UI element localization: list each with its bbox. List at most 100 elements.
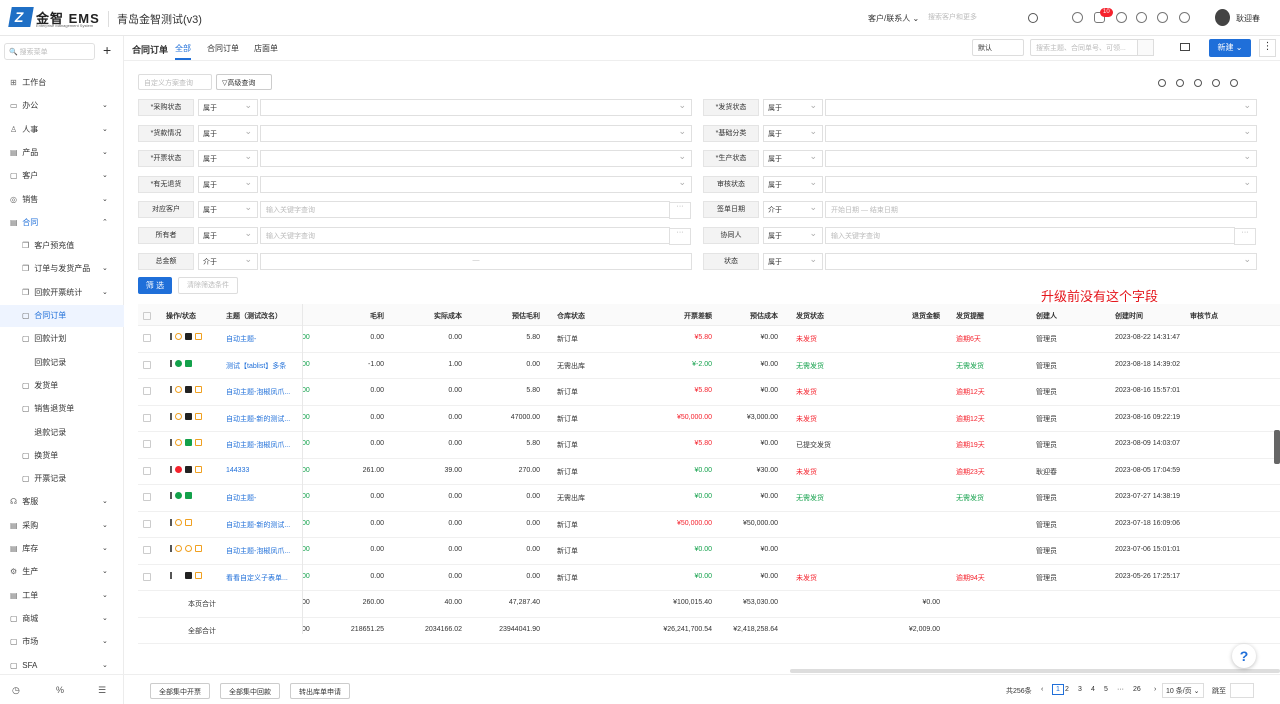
filter-value-left-5[interactable]: 输入关键字查询 bbox=[260, 227, 691, 245]
sidebar-item-14[interactable]: ▢ 销售退货单 bbox=[0, 398, 124, 420]
add-menu-button[interactable]: + bbox=[103, 42, 111, 58]
filter-value-right-6[interactable] bbox=[825, 252, 1257, 270]
more-button[interactable]: ⋮ bbox=[1259, 39, 1276, 57]
sidebar-item-6[interactable]: ▤ 合同 ⌃ bbox=[0, 212, 124, 234]
sidebar-item-20[interactable]: ▤ 库存 ⌄ bbox=[0, 538, 124, 560]
table-row[interactable]: 144333 00 261.00 39.00 270.00 新订单 ¥0.00 ¥30.00 未… bbox=[138, 459, 1280, 485]
col-ship-status[interactable]: 发货状态 bbox=[796, 311, 824, 321]
filter-value-left-3[interactable] bbox=[260, 175, 692, 193]
row-subject-link[interactable]: 自动主题- bbox=[226, 493, 256, 503]
row-subject-link[interactable]: 自动主题-新的测试... bbox=[226, 520, 290, 530]
monitor-icon[interactable] bbox=[1180, 43, 1190, 51]
status-icon[interactable] bbox=[185, 518, 192, 526]
row-subject-link[interactable]: 144333 bbox=[226, 467, 249, 474]
col-invoice-diff[interactable]: 开票差额 bbox=[648, 311, 712, 321]
status-icon[interactable] bbox=[175, 465, 182, 473]
row-checkbox[interactable] bbox=[143, 360, 151, 369]
sidebar-item-11[interactable]: ▢ 回款计划 bbox=[0, 328, 124, 350]
status-icon[interactable] bbox=[170, 465, 172, 473]
status-icon[interactable] bbox=[170, 545, 172, 552]
table-row[interactable]: 自动主题-新的测试... 00 0.00 0.00 0.00 新订单 ¥50,000.00 ¥… bbox=[138, 512, 1280, 538]
sidebar-item-24[interactable]: ▢ 市场 ⌄ bbox=[0, 631, 124, 653]
filter-op-right-1[interactable]: 属于 bbox=[763, 124, 823, 142]
search-icon[interactable] bbox=[1028, 13, 1038, 23]
filter-op-left-6[interactable]: 介于 bbox=[198, 252, 258, 270]
status-icon[interactable] bbox=[170, 359, 172, 367]
sidebar-item-3[interactable]: ▤ 产品 ⌄ bbox=[0, 142, 124, 164]
tab-contract-order[interactable]: 合同订单 bbox=[207, 43, 239, 54]
status-icon[interactable] bbox=[195, 465, 202, 473]
page-4[interactable]: 5 bbox=[1104, 686, 1108, 693]
order-search-input[interactable]: 搜索主题、合同单号、可领... bbox=[1030, 39, 1154, 56]
filter-value-left-6[interactable]: — bbox=[260, 252, 692, 270]
row-checkbox[interactable] bbox=[143, 334, 151, 342]
filter-op-right-4[interactable]: 介于 bbox=[763, 201, 823, 219]
sidebar-item-18[interactable]: ☊ 客服 ⌄ bbox=[0, 491, 124, 513]
side-drawer-handle[interactable] bbox=[1274, 430, 1280, 464]
sidebar-item-13[interactable]: ▢ 发货单 bbox=[0, 375, 124, 397]
avatar[interactable] bbox=[1215, 9, 1230, 26]
row-checkbox[interactable] bbox=[143, 440, 151, 448]
filter-op-right-3[interactable]: 属于 bbox=[763, 175, 823, 193]
filter-op-right-5[interactable]: 属于 bbox=[763, 227, 823, 244]
status-icon[interactable] bbox=[175, 545, 182, 552]
col-actual-cost[interactable]: 实际成本 bbox=[406, 311, 462, 321]
gear-icon[interactable] bbox=[1116, 12, 1127, 23]
col-est-cost[interactable]: 预估成本 bbox=[722, 311, 778, 321]
sidebar-item-12[interactable]: 回款记录 bbox=[0, 352, 124, 374]
view-select[interactable]: 默认 bbox=[972, 39, 1024, 56]
batch-payment-button[interactable]: 全部集中回款 bbox=[220, 683, 280, 699]
filter-op-left-4[interactable]: 属于 bbox=[198, 201, 258, 219]
filter-op-left-5[interactable]: 属于 bbox=[198, 227, 258, 244]
col-return-amount[interactable]: 退货金额 bbox=[882, 311, 940, 321]
prev-page-button[interactable]: ‹ bbox=[1041, 686, 1043, 693]
row-checkbox[interactable] bbox=[143, 493, 151, 501]
status-icon[interactable] bbox=[195, 571, 202, 579]
next-page-button[interactable]: › bbox=[1154, 686, 1156, 693]
table-row[interactable]: 自动主题-泡椒凤爪... 00 0.00 0.00 0.00 新订单 ¥0.00 ¥0.00 管… bbox=[138, 538, 1280, 565]
col-subject[interactable]: 主题（测试改名） bbox=[226, 311, 282, 321]
sidebar-item-2[interactable]: ♙ 人事 ⌄ bbox=[0, 119, 124, 141]
row-subject-link[interactable]: 自动主题- bbox=[226, 334, 256, 344]
user-name[interactable]: 耿迎春 bbox=[1236, 13, 1260, 24]
customer-contact-dropdown[interactable]: 客户/联系人 ⌄ bbox=[868, 13, 919, 24]
row-subject-link[interactable]: 看看自定义子表单... bbox=[226, 573, 288, 583]
batch-invoice-button[interactable]: 全部集中开票 bbox=[150, 683, 210, 699]
help-button[interactable]: ? bbox=[1232, 644, 1256, 668]
status-icon[interactable] bbox=[170, 439, 172, 446]
sidebar-item-8[interactable]: ❐ 订单与发货产品 ⌄ bbox=[0, 258, 124, 280]
row-subject-link[interactable]: 自动主题-新的测试... bbox=[226, 414, 290, 424]
filter-value-right-1[interactable] bbox=[825, 124, 1257, 142]
tab-store-order[interactable]: 店面单 bbox=[254, 43, 278, 54]
row-checkbox[interactable] bbox=[143, 413, 151, 422]
status-icon[interactable] bbox=[175, 386, 182, 393]
collapse-icon[interactable] bbox=[1158, 79, 1166, 87]
status-icon[interactable] bbox=[175, 359, 182, 367]
outbound-request-button[interactable]: 转出库单申请 bbox=[290, 683, 350, 699]
filter-op-right-0[interactable]: 属于 bbox=[763, 99, 823, 116]
page-1[interactable]: 2 bbox=[1065, 686, 1069, 693]
sidebar-item-4[interactable]: ▢ 客户 ⌄ bbox=[0, 165, 124, 187]
menu-collapse-icon[interactable]: ☰ bbox=[98, 685, 106, 696]
filter-value-left-4[interactable]: 输入关键字查询 bbox=[260, 201, 691, 220]
status-icon[interactable] bbox=[185, 465, 192, 473]
status-icon[interactable] bbox=[185, 386, 192, 393]
table-row[interactable]: 自动主题-泡椒凤爪... 00 0.00 0.00 5.80 新订单 ¥5.80 ¥0.00 未… bbox=[138, 379, 1280, 406]
status-icon[interactable] bbox=[175, 492, 182, 499]
search-button[interactable] bbox=[1137, 39, 1154, 56]
filter-op-right-2[interactable]: 属于 bbox=[763, 150, 823, 168]
row-checkbox[interactable] bbox=[143, 519, 151, 528]
table-row[interactable]: 看看自定义子表单... 00 0.00 0.00 0.00 新订单 ¥0.00 ¥0.00 未发… bbox=[138, 565, 1280, 591]
sidebar-item-0[interactable]: ⊞ 工作台 bbox=[0, 72, 124, 94]
select-all-checkbox[interactable] bbox=[143, 312, 151, 320]
status-icon[interactable] bbox=[175, 412, 182, 420]
table-row[interactable]: 自动主题-新的测试... 00 0.00 0.00 47000.00 新订单 ¥50,000… bbox=[138, 406, 1280, 432]
table-row[interactable]: 自动主题- 00 0.00 0.00 5.80 新订单 ¥5.80 ¥0.00 未发货 逾期6天 管… bbox=[138, 326, 1280, 353]
page-5[interactable]: ··· bbox=[1117, 686, 1124, 693]
tab-all[interactable]: 全部 bbox=[175, 43, 191, 60]
gear-icon[interactable] bbox=[1212, 79, 1220, 87]
filter-op-right-6[interactable]: 属于 bbox=[763, 252, 823, 270]
filter-value-right-4[interactable]: 开始日期 — 结束日期 bbox=[825, 201, 1257, 219]
clear-filter-button[interactable]: 清除筛选条件 bbox=[178, 277, 238, 294]
page-2[interactable]: 3 bbox=[1078, 686, 1082, 693]
